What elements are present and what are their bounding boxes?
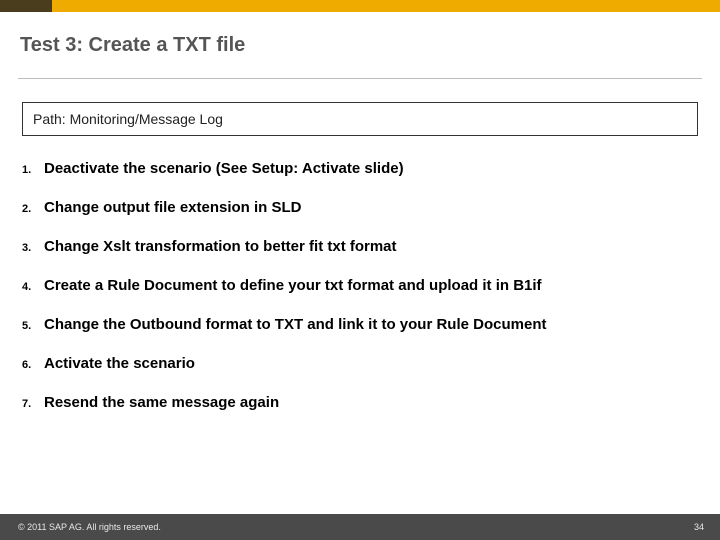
step-number: 4. [22,281,44,293]
footer-bar: © 2011 SAP AG. All rights reserved. 34 [0,514,720,540]
list-item: 7.Resend the same message again [22,394,698,411]
step-number: 5. [22,320,44,332]
steps-list: 1.Deactivate the scenario (See Setup: Ac… [22,160,698,433]
step-text: Resend the same message again [44,394,279,411]
copyright-text: © 2011 SAP AG. All rights reserved. [18,522,161,532]
top-accent-dark-segment [0,0,52,12]
step-text: Deactivate the scenario (See Setup: Acti… [44,160,404,177]
list-item: 3.Change Xslt transformation to better f… [22,238,698,255]
step-text: Change output file extension in SLD [44,199,302,216]
page-number: 34 [694,522,704,532]
step-number: 3. [22,242,44,254]
title-underline [18,78,702,79]
step-text: Change the Outbound format to TXT and li… [44,316,547,333]
step-number: 7. [22,398,44,410]
slide-title: Test 3: Create a TXT file [20,34,245,57]
list-item: 5.Change the Outbound format to TXT and … [22,316,698,333]
list-item: 2.Change output file extension in SLD [22,199,698,216]
step-number: 1. [22,164,44,176]
step-text: Change Xslt transformation to better fit… [44,238,397,255]
list-item: 6.Activate the scenario [22,355,698,372]
list-item: 4.Create a Rule Document to define your … [22,277,698,294]
step-text: Activate the scenario [44,355,195,372]
step-number: 2. [22,203,44,215]
path-box: Path: Monitoring/Message Log [22,102,698,136]
list-item: 1.Deactivate the scenario (See Setup: Ac… [22,160,698,177]
step-number: 6. [22,359,44,371]
step-text: Create a Rule Document to define your tx… [44,277,542,294]
top-accent-bar [0,0,720,12]
